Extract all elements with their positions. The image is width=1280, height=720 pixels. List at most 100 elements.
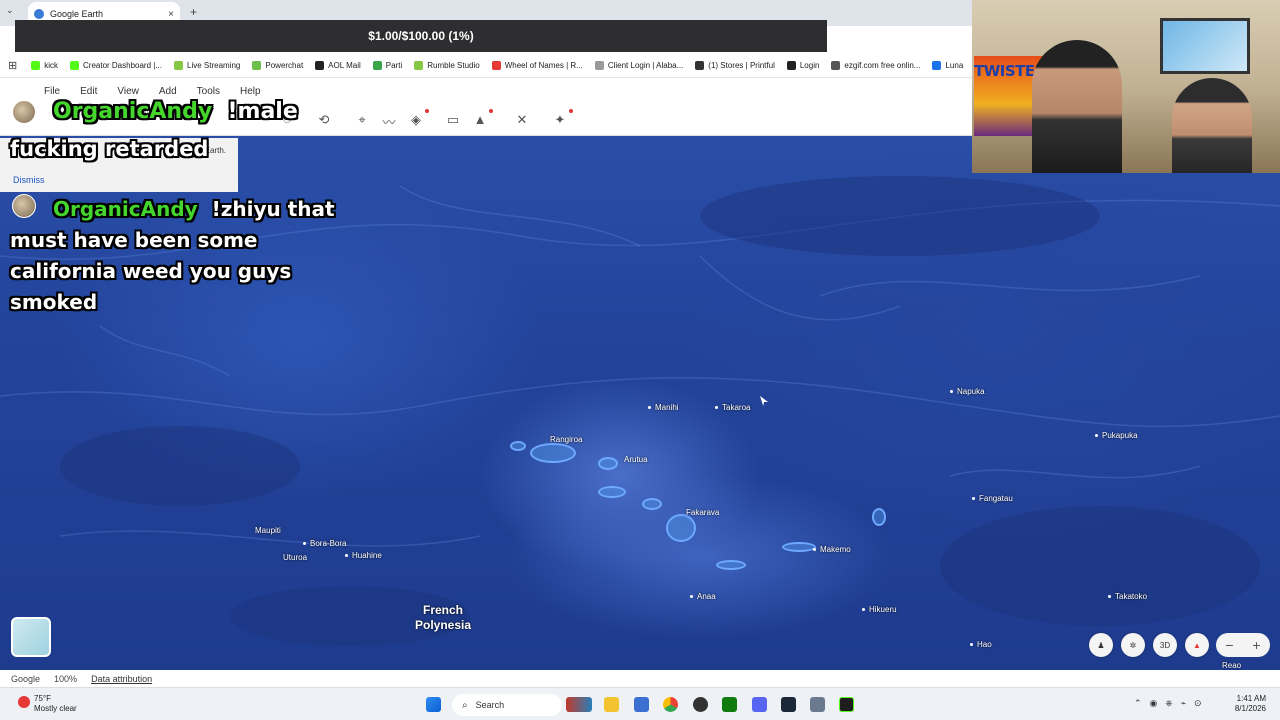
terminal-icon[interactable] (839, 697, 854, 712)
windows-taskbar: 75°F Mostly clear ⌕ Search ⌃◉⎈⌁⊙ 1:41 AM… (0, 687, 1280, 720)
obs-icon[interactable] (693, 697, 708, 712)
tikehau-atoll (510, 441, 526, 451)
earth-status-bar: Google 100% Data attribution (0, 670, 1280, 687)
menu-help[interactable]: Help (240, 86, 261, 97)
region-label-line: Polynesia (414, 618, 472, 632)
bookmark-item[interactable]: ezgif.com free onlin... (831, 61, 920, 70)
bookmark-item[interactable]: (1) Stores | Printful (695, 61, 775, 70)
map-style-thumbnail[interactable] (11, 617, 51, 657)
tuamotu-atoll (716, 560, 746, 570)
place-label[interactable]: Fakarava (686, 508, 719, 517)
donation-goal-text: $1.00/$100.00 (1%) (368, 29, 474, 43)
bookmark-item[interactable]: Login (786, 61, 819, 70)
zoom-level: 100% (54, 673, 78, 684)
place-label[interactable]: Arutua (624, 455, 648, 464)
place-label[interactable]: Huahine (345, 551, 382, 560)
menu-tools[interactable]: Tools (197, 86, 220, 97)
place-label[interactable]: Pukapuka (1095, 431, 1138, 440)
layers-icon[interactable]: ◈ (407, 109, 429, 128)
place-label[interactable]: Manihi (648, 403, 679, 412)
chrome-icon[interactable] (663, 697, 678, 712)
bookmark-label: Creator Dashboard |... (83, 61, 163, 70)
store-icon[interactable] (634, 697, 649, 712)
region-label[interactable]: French Polynesia (398, 603, 488, 633)
chat-username: OrganicAndy (53, 197, 198, 221)
three-d-toggle[interactable]: 3D (1153, 633, 1177, 657)
history-icon[interactable]: ⟲ (315, 112, 333, 128)
bookmark-label: AOL Mail (328, 61, 361, 70)
place-label[interactable]: Fangatau (972, 494, 1013, 503)
clock-time: 1:41 AM (1236, 694, 1266, 703)
bookmark-favicon-icon (491, 61, 501, 70)
xbox-icon[interactable] (722, 697, 737, 712)
webcam-overlay: TWISTED TEA (972, 0, 1280, 173)
place-label[interactable]: Maupiti (255, 526, 281, 535)
discord-icon[interactable] (752, 697, 767, 712)
menu-view[interactable]: View (117, 86, 139, 97)
zoom-in-button[interactable]: + (1252, 637, 1260, 653)
bookmark-item[interactable]: Rumble Studio (414, 61, 480, 70)
bookmark-favicon-icon (831, 61, 841, 70)
tools-icon[interactable]: ✕ (513, 112, 531, 128)
menu-add[interactable]: Add (159, 86, 177, 97)
file-explorer-icon[interactable] (604, 697, 619, 712)
place-label[interactable]: Napuka (950, 387, 985, 396)
system-tray-icons[interactable]: ⌃◉⎈⌁⊙ (1134, 698, 1210, 709)
weather-widget[interactable]: 75°F Mostly clear (18, 694, 77, 714)
bookmark-item[interactable]: Powerchat (252, 61, 303, 70)
compass-icon[interactable]: ▲ (1185, 633, 1209, 657)
tab-search-icon[interactable]: ⌄ (6, 5, 14, 16)
bookmark-item[interactable]: Live Streaming (174, 61, 240, 70)
taskbar-search[interactable]: ⌕ Search (452, 694, 562, 716)
tilt-icon[interactable]: ✲ (1121, 633, 1145, 657)
place-label[interactable]: Takaroa (715, 403, 750, 412)
image-icon[interactable]: ▲ (471, 109, 493, 127)
data-attribution-link[interactable]: Data attribution (91, 674, 152, 684)
bookmark-item[interactable]: Parti (372, 61, 402, 70)
path-icon[interactable]: 〰 (380, 112, 398, 131)
zoom-out-button[interactable]: − (1225, 637, 1233, 653)
steam-icon[interactable] (781, 697, 796, 712)
place-label[interactable]: Uturoa (283, 553, 307, 562)
place-label[interactable]: Hikueru (862, 605, 897, 614)
place-label[interactable]: Reao (1222, 661, 1241, 670)
streamer-right (1172, 78, 1252, 173)
pegman-icon[interactable]: ♟ (1089, 633, 1113, 657)
place-label[interactable]: Bora-Bora (303, 539, 346, 548)
google-earth-favicon-icon (34, 9, 44, 19)
settings-icon[interactable] (810, 697, 825, 712)
place-label[interactable]: Anaa (690, 592, 716, 601)
clock[interactable]: 1:41 AM 8/1/2026 (1235, 694, 1266, 714)
donation-goal-banner: $1.00/$100.00 (1%) (15, 20, 827, 52)
place-label[interactable]: Makemo (813, 545, 851, 554)
menu-edit[interactable]: Edit (80, 86, 97, 97)
bookmark-label: Luna (945, 61, 964, 70)
bookmark-item[interactable]: Wheel of Names | R... (491, 61, 583, 70)
ruler-icon[interactable]: ▭ (444, 112, 462, 128)
sparkle-icon[interactable]: ✦ (551, 109, 573, 128)
widget-image-icon[interactable] (566, 697, 592, 712)
place-label[interactable]: Rangiroa (550, 435, 582, 444)
chat-message-body: OrganicAndy !zhiyu that must have been s… (10, 194, 340, 318)
placemark-icon[interactable]: ⌖ (353, 112, 371, 128)
bookmark-label: Rumble Studio (427, 61, 480, 70)
place-label[interactable]: Takatoko (1108, 592, 1147, 601)
bookmark-item[interactable]: kick (31, 61, 58, 70)
new-tab-button[interactable]: + (190, 5, 197, 19)
chat-message-text: !male (227, 99, 298, 124)
bookmark-item[interactable]: AOL Mail (315, 61, 361, 70)
clock-date: 8/1/2026 (1234, 704, 1266, 713)
bookmark-label: ezgif.com free onlin... (844, 61, 921, 70)
bookmark-item[interactable]: Client Login | Alaba... (594, 61, 683, 70)
bookmark-favicon-icon (174, 61, 184, 70)
menu-file[interactable]: File (44, 86, 60, 97)
windows-start-icon[interactable] (426, 697, 441, 712)
close-tab-icon[interactable]: × (168, 9, 174, 20)
apps-grid-icon[interactable]: ⊞ (8, 59, 17, 72)
place-label[interactable]: Hao (970, 640, 992, 649)
weather-temp: 75°F (34, 694, 51, 703)
bookmark-item[interactable]: Luna (932, 61, 963, 70)
dismiss-button[interactable]: Dismiss (13, 175, 45, 185)
apataki-atoll (642, 498, 662, 510)
bookmark-item[interactable]: Creator Dashboard |... (70, 61, 162, 70)
